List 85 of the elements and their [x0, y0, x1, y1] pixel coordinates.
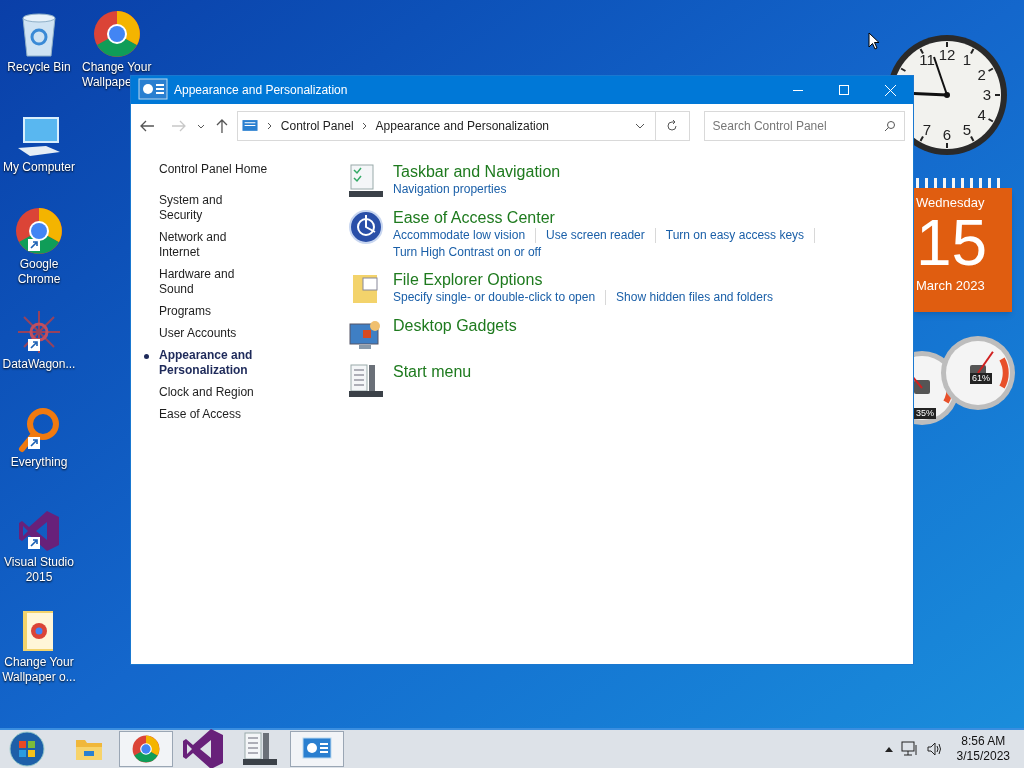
task-link[interactable]: Show hidden files and folders: [616, 290, 783, 305]
calendar-month: March 2023: [916, 279, 986, 292]
desktop-icon-label[interactable]: Everything: [0, 455, 78, 470]
sidebar-link[interactable]: Clock and Region: [159, 385, 269, 400]
snowflake-icon: [16, 309, 62, 355]
menu-list-icon: [243, 732, 277, 766]
monitor-icon: [349, 318, 383, 352]
sidebar-link[interactable]: Control Panel Home: [159, 162, 269, 177]
vs-logo-icon: [17, 509, 61, 553]
windows-orb-icon: [9, 731, 45, 767]
sidebar-link[interactable]: Hardware and Sound: [159, 267, 269, 297]
category-title-link[interactable]: File Explorer Options: [393, 270, 833, 290]
checklist-icon: [349, 164, 383, 198]
chrome-icon: [93, 10, 141, 58]
breadcrumb-chevron-icon: [266, 122, 273, 130]
network-icon[interactable]: [900, 741, 919, 757]
close-icon: [884, 84, 896, 96]
recycle-bin-icon: [19, 12, 59, 58]
desktop-icon-label[interactable]: Wallpape: [82, 75, 132, 90]
task-link[interactable]: Navigation properties: [393, 182, 517, 197]
refresh-icon[interactable]: [666, 120, 679, 132]
accessibility-icon: [349, 210, 383, 244]
chrome-icon: [15, 207, 63, 255]
up-arrow-icon[interactable]: [214, 118, 229, 134]
desktop-icon-label[interactable]: My Computer: [0, 160, 78, 175]
clock-numeral: 5: [962, 120, 972, 138]
computer-icon: [16, 116, 62, 158]
magnifier-icon: [17, 407, 61, 453]
back-arrow-icon[interactable]: [139, 119, 155, 133]
control-panel-icon: [138, 77, 168, 103]
clock-numeral: 11: [919, 51, 935, 69]
task-link[interactable]: Use screen reader: [546, 228, 656, 243]
sidebar-link[interactable]: Ease of Access: [159, 407, 269, 422]
clock-numeral: 12: [938, 46, 956, 63]
desktop-icon-label[interactable]: Visual Studio 2015: [0, 555, 78, 585]
clock-numeral: 1: [962, 51, 972, 69]
calendar-day: 15: [916, 211, 1012, 275]
desktop-icon-label[interactable]: Change Your: [82, 60, 152, 75]
category-title-link[interactable]: Desktop Gadgets: [393, 316, 833, 336]
recent-chevron-icon[interactable]: [196, 123, 205, 129]
gauge-reading: 35%: [914, 408, 936, 419]
search-icon: [884, 120, 896, 132]
clock-numeral: 3: [982, 86, 992, 103]
desktop-icon-label[interactable]: Change Your Wallpaper o...: [0, 655, 78, 685]
breadcrumb-link[interactable]: Appearance and Personalization: [375, 117, 550, 135]
dropdown-chevron-icon[interactable]: [634, 123, 645, 129]
minimize-icon: [793, 89, 803, 91]
desktop-icon-label[interactable]: DataWagon...: [0, 357, 78, 372]
sidebar-link[interactable]: Network and Internet: [159, 230, 269, 260]
task-link[interactable]: Accommodate low vision: [393, 228, 537, 243]
clock-numeral: 2: [977, 66, 986, 83]
menu-list-icon: [349, 364, 383, 398]
breadcrumb-chevron-icon: [361, 122, 368, 130]
desktop-icon-label[interactable]: Recycle Bin: [0, 60, 78, 75]
sidebar-link[interactable]: User Accounts: [159, 326, 269, 341]
clock-numeral: 4: [977, 106, 986, 123]
maximize-icon: [839, 85, 849, 95]
sidebar-link[interactable]: System and Security: [159, 193, 269, 223]
chrome-icon: [132, 735, 160, 763]
clock-date[interactable]: 3/15/2023: [956, 749, 1010, 764]
control-panel-icon: [302, 736, 332, 762]
sidebar-link[interactable]: Programs: [159, 304, 269, 319]
clock-numeral: 6: [942, 126, 952, 143]
search-field[interactable]: Search Control Panel: [703, 111, 905, 141]
breadcrumb-link[interactable]: Control Panel: [280, 117, 354, 135]
category-title-link[interactable]: Taskbar and Navigation: [393, 162, 833, 182]
mouse-cursor-icon: [868, 32, 880, 50]
sidebar-link[interactable]: Appearance and Personalization: [159, 348, 269, 378]
clock-time[interactable]: 8:56 AM: [961, 734, 1006, 749]
task-link[interactable]: Turn High Contrast on or off: [393, 245, 552, 260]
taskbar-button[interactable]: [290, 731, 344, 767]
window-title: Appearance and Personalization: [174, 82, 349, 99]
address-bar[interactable]: Control Panel Appearance and Personalization: [236, 111, 690, 141]
tray-expand-icon[interactable]: [884, 746, 893, 752]
control-panel-icon: [240, 119, 259, 133]
category-title-link[interactable]: Start menu: [393, 362, 833, 382]
task-link[interactable]: Specify single- or double-click to open: [393, 290, 607, 305]
vs-logo-icon: [181, 727, 225, 768]
calendar-weekday: Wednesday: [916, 196, 986, 209]
clock-numeral: 7: [922, 120, 932, 138]
gauge-reading: 61%: [970, 373, 992, 384]
category-title-link[interactable]: Ease of Access Center: [393, 208, 833, 228]
desktop-icon-label[interactable]: Google Chrome: [0, 257, 78, 287]
speaker-icon[interactable]: [926, 742, 943, 756]
task-link[interactable]: Turn on easy access keys: [665, 228, 816, 243]
